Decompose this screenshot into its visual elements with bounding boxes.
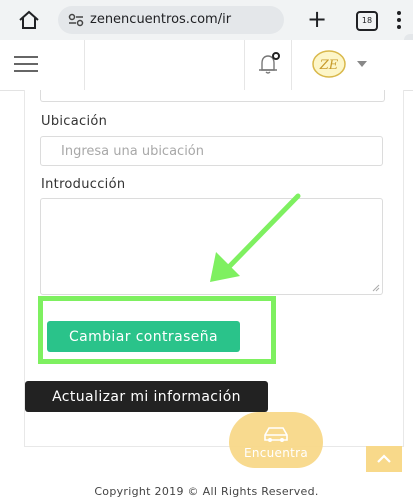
footer-copyright: Copyright 2019 © All Rights Reserved.: [94, 485, 319, 498]
more-options-icon[interactable]: [396, 10, 402, 30]
car-icon: [264, 427, 288, 442]
logo-text: ZE: [319, 58, 339, 73]
site-settings-icon[interactable]: [68, 13, 84, 27]
notification-bell-icon[interactable]: [256, 51, 282, 77]
navbar-divider: [244, 40, 245, 90]
tab-count-icon[interactable]: 18: [356, 11, 378, 31]
location-label: Ubicación: [41, 114, 108, 129]
update-info-button[interactable]: Actualizar mi información: [25, 381, 268, 412]
navbar-divider: [84, 40, 85, 90]
annotation-arrow-icon: [210, 193, 301, 282]
navbar-divider: [291, 40, 292, 90]
chevron-down-icon[interactable]: [357, 61, 367, 67]
hamburger-menu-icon[interactable]: [14, 55, 38, 73]
change-password-button[interactable]: Cambiar contraseña: [47, 321, 240, 352]
address-bar[interactable]: zenencuentros.com/ir: [58, 6, 284, 34]
new-tab-icon[interactable]: +: [307, 4, 327, 34]
resize-grip-icon[interactable]: [372, 284, 380, 292]
home-icon[interactable]: [18, 10, 40, 30]
site-navbar: ZE: [0, 40, 413, 91]
previous-input-field[interactable]: [40, 90, 385, 102]
user-avatar-logo[interactable]: ZE: [311, 49, 347, 79]
scroll-to-top-button[interactable]: [366, 446, 402, 472]
browser-toolbar: zenencuentros.com/ir + 18: [0, 0, 413, 52]
location-input[interactable]: [40, 136, 383, 166]
url-text: zenencuentros.com/ir: [90, 12, 232, 27]
encuentra-label: Encuentra: [243, 446, 309, 460]
chevron-up-icon: [377, 454, 391, 463]
encuentra-floating-button[interactable]: Encuentra: [229, 412, 323, 468]
intro-label: Introducción: [41, 177, 126, 192]
